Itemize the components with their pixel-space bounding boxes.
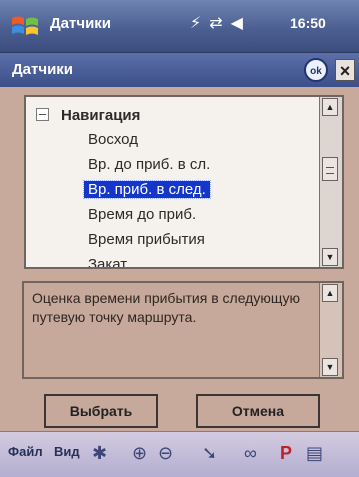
scroll-up-icon[interactable]: ▲ [322,284,338,302]
description-text: Оценка времени прибытия в следующую путе… [32,290,301,325]
zoom-out-icon[interactable]: ⊖ [158,442,173,464]
dialog-content: Навигация Восход Вр. до приб. в сл. Вр. … [0,87,359,431]
menu-file[interactable]: Файл [8,444,43,459]
scroll-down-icon[interactable]: ▼ [322,248,338,266]
ok-button[interactable]: ok [304,58,328,82]
tools-icon[interactable]: ✱ [92,442,107,464]
start-menu-icon[interactable] [10,12,40,40]
window-title-bar: Датчики ok × [0,53,359,87]
status-bar-title: Датчики [50,15,112,32]
tree-root-label: Навигация [61,107,141,124]
antenna-icon[interactable]: ⚡ [190,13,201,35]
status-bar: Датчики ⚡ ⇄ ◀︎ 16:50 [0,0,359,53]
tree-item-label: Время прибытия [88,231,205,248]
select-button[interactable]: Выбрать [44,394,158,428]
zoom-in-icon[interactable]: ⊕ [132,442,147,464]
sensor-tree: Навигация Восход Вр. до приб. в сл. Вр. … [24,95,344,269]
tree-item-label: Закат [88,256,128,269]
description-box: Оценка времени прибытия в следующую путе… [22,281,344,379]
scroll-down-icon[interactable]: ▼ [322,358,338,376]
description-scrollbar[interactable]: ▲ ▼ [319,283,342,377]
tree-item-label: Вр. приб. в след. [88,181,206,198]
window-title: Датчики [12,61,74,78]
tree-item-label: Время до приб. [88,206,197,223]
sync-icon[interactable]: ⇄ [209,13,222,35]
close-button[interactable]: × [335,59,355,81]
tree-item[interactable]: Закат [88,256,128,269]
collapse-icon[interactable] [36,108,49,121]
tree-root-navigation[interactable]: Навигация [36,107,140,124]
clock[interactable]: 16:50 [290,15,326,31]
parking-icon[interactable]: P [280,442,292,464]
tree-item-selected[interactable]: Вр. приб. в след. [83,180,211,199]
tree-item-label: Вр. до приб. в сл. [88,156,211,173]
tree-item[interactable]: Время прибытия [88,231,205,248]
cancel-button[interactable]: Отмена [196,394,320,428]
locate-icon[interactable]: ➘ [202,442,217,464]
tree-item[interactable]: Вр. до приб. в сл. [88,156,210,173]
tree-list: Навигация Восход Вр. до приб. в сл. Вр. … [26,97,320,267]
speaker-icon[interactable]: ◀︎ [231,13,243,35]
tree-item-label: Восход [88,131,138,148]
tree-scrollbar[interactable]: ▲ ▼ [319,97,342,267]
menu-view[interactable]: Вид [54,444,80,459]
tree-item[interactable]: Время до приб. [88,206,196,223]
tree-item[interactable]: Восход [88,131,138,148]
scroll-up-icon[interactable]: ▲ [322,98,338,116]
scroll-thumb[interactable] [322,157,338,181]
menu-bar: Файл Вид ✱ ⊕ ⊖ ➘ ∞ P ▤ [0,431,359,477]
keyboard-icon[interactable]: ▤ [306,442,323,464]
system-tray: ⚡ ⇄ ◀︎ [190,13,243,35]
glasses-icon[interactable]: ∞ [244,442,257,464]
